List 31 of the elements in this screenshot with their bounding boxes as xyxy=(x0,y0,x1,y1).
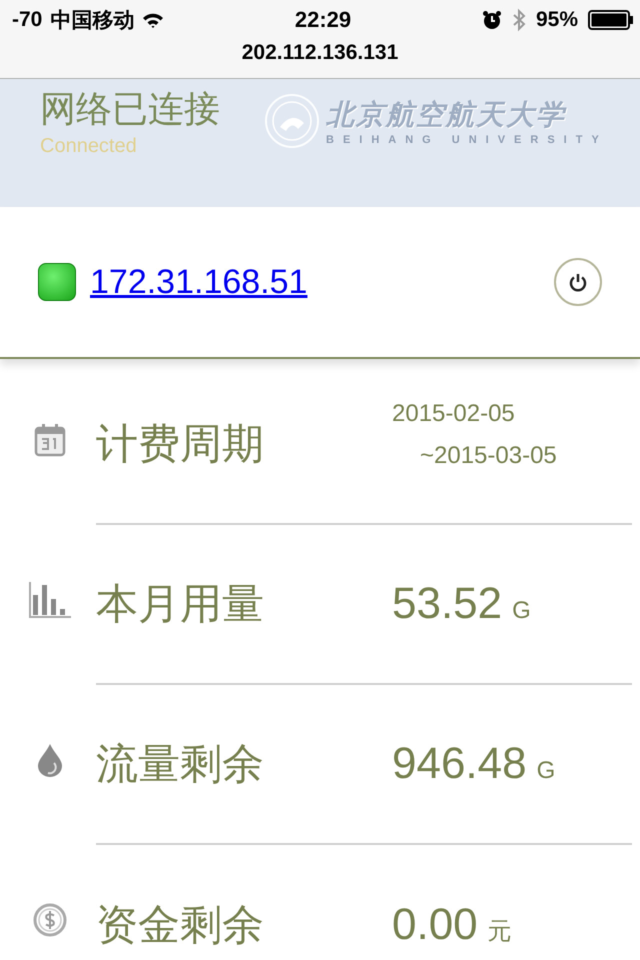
period-end-date: ~2015-03-05 xyxy=(419,442,557,470)
wifi-icon xyxy=(142,12,164,28)
stat-value: 53.52 xyxy=(392,579,502,629)
power-icon xyxy=(567,271,589,293)
calendar-icon xyxy=(34,423,66,457)
university-subtitle: BEIHANG UNIVERSITY xyxy=(326,134,608,146)
stat-value: 946.48 xyxy=(392,739,527,789)
water-drop-icon xyxy=(36,743,64,777)
power-button[interactable] xyxy=(554,258,602,306)
stat-label: 本月用量 xyxy=(96,579,265,629)
stat-unit: 元 xyxy=(488,917,512,947)
battery-icon xyxy=(588,10,634,30)
stat-label: 资金剩余 xyxy=(96,900,265,950)
stat-label: 流量剩余 xyxy=(96,739,265,789)
university-seal-icon xyxy=(264,93,320,149)
stat-label: 计费周期 xyxy=(96,419,265,469)
dollar-coin-icon xyxy=(33,903,67,937)
carrier-name: 中国移动 xyxy=(50,8,134,34)
page-url: 202.112.136.131 xyxy=(240,40,400,66)
stat-value: 0.00 xyxy=(392,900,478,950)
battery-percentage: 95% xyxy=(536,8,578,32)
stat-unit: G xyxy=(512,597,531,625)
signal-strength: -70 xyxy=(12,8,42,32)
clock: 22:29 xyxy=(294,7,352,33)
stat-unit: G xyxy=(536,757,556,785)
university-name: 北京航空航天大学 xyxy=(326,98,568,132)
ip-address-link[interactable]: 172.31.168.51 xyxy=(90,262,308,302)
period-start-date: 2015-02-05 xyxy=(392,400,516,428)
connection-status-english: Connected xyxy=(40,135,138,158)
bar-chart-icon xyxy=(29,581,71,619)
connection-status: 网络已连接 xyxy=(40,87,220,131)
